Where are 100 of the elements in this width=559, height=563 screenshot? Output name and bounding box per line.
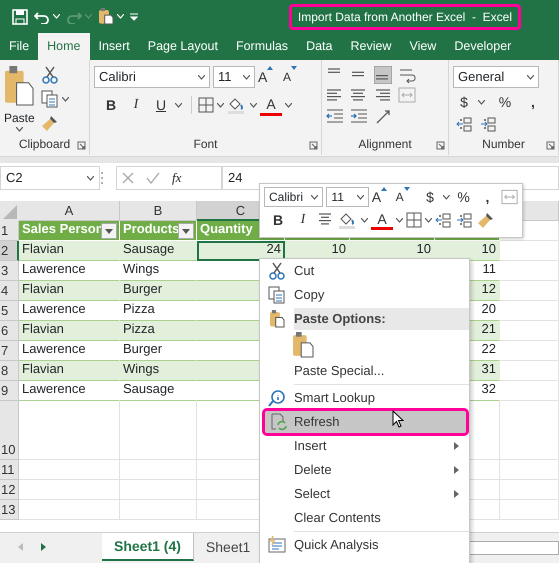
decrease-decimal-icon[interactable] — [456, 212, 474, 228]
orientation-icon[interactable] — [374, 108, 392, 126]
customize-toolbar-icon[interactable] — [130, 12, 138, 20]
font-size-dropdown[interactable]: 11 — [213, 66, 255, 88]
font-color-button[interactable]: A — [371, 210, 393, 230]
row-header[interactable]: 12 — [0, 480, 19, 500]
grow-font-button[interactable]: A — [258, 66, 280, 88]
increase-decimal-icon[interactable] — [435, 212, 453, 228]
column-header[interactable]: B — [120, 201, 197, 221]
format-painter-icon[interactable] — [40, 114, 59, 132]
row-header[interactable]: 8 — [0, 361, 19, 381]
comma-style-button[interactable]: , — [477, 187, 498, 207]
percent-button[interactable]: % — [494, 91, 516, 113]
caret-icon[interactable] — [217, 102, 224, 108]
row-header[interactable]: 4 — [0, 281, 19, 301]
ribbon-tab[interactable]: Formulas — [226, 33, 298, 60]
caret-icon[interactable] — [356, 194, 364, 200]
underline-button[interactable]: U — [150, 94, 172, 116]
decrease-decimal-icon[interactable] — [480, 116, 498, 132]
italic-button[interactable]: I — [292, 210, 314, 230]
caret-icon[interactable] — [425, 218, 432, 222]
ribbon-tab[interactable]: File — [0, 33, 38, 60]
row-header[interactable]: 1 — [0, 221, 19, 241]
caret-icon[interactable] — [16, 127, 23, 132]
row-header[interactable]: 6 — [0, 321, 19, 341]
menu-item[interactable]: Clear Contents — [260, 506, 469, 530]
row-header[interactable]: 2 — [0, 241, 19, 261]
sheet-tab[interactable]: Sheet1 (4) — [102, 533, 194, 561]
caret-icon[interactable] — [250, 102, 257, 108]
ribbon-tab[interactable]: Insert — [90, 33, 139, 60]
caret-icon[interactable] — [285, 102, 292, 108]
fill-color-icon[interactable] — [338, 211, 358, 229]
font-color-button[interactable]: A — [260, 94, 282, 116]
percent-button[interactable]: % — [453, 187, 474, 207]
paste-label[interactable]: Paste — [4, 109, 35, 127]
number-format-dropdown[interactable]: General — [453, 66, 539, 88]
caret-icon[interactable] — [62, 96, 69, 102]
dialog-launcher-icon[interactable] — [436, 141, 445, 150]
bold-button[interactable]: B — [100, 94, 122, 116]
selected-cell[interactable]: 24 — [197, 241, 285, 261]
menu-item[interactable]: Delete — [260, 458, 469, 482]
decrease-indent-icon[interactable] — [326, 108, 344, 124]
caret-icon[interactable] — [311, 194, 318, 200]
increase-indent-icon[interactable] — [350, 108, 368, 124]
font-name-dropdown[interactable]: Calibri — [264, 187, 324, 207]
ribbon-tab[interactable]: Page Layout — [138, 33, 227, 60]
undo-icon[interactable] — [34, 10, 50, 24]
dialog-launcher-icon[interactable] — [77, 141, 86, 150]
horizontal-scrollbar[interactable] — [469, 541, 559, 555]
next-sheet-icon[interactable] — [41, 543, 46, 551]
scissors-icon[interactable] — [40, 66, 59, 84]
grow-font-button[interactable]: A — [372, 187, 393, 207]
format-painter-icon[interactable] — [477, 211, 495, 229]
row-header[interactable]: 7 — [0, 341, 19, 361]
save-icon[interactable] — [12, 8, 28, 24]
borders-icon[interactable] — [198, 97, 214, 113]
caret-icon[interactable] — [361, 218, 368, 222]
row-header[interactable]: 5 — [0, 301, 19, 321]
shrink-font-button[interactable]: A — [283, 66, 305, 88]
bottom-align-icon[interactable] — [374, 66, 392, 84]
row-header[interactable]: 3 — [0, 261, 19, 281]
font-name-dropdown[interactable]: Calibri — [94, 66, 210, 88]
dialog-launcher-icon[interactable] — [309, 141, 318, 150]
dialog-launcher-icon[interactable] — [546, 141, 555, 150]
caret-icon[interactable] — [443, 194, 450, 200]
row-header[interactable]: 10 — [0, 401, 19, 460]
fill-color-icon[interactable] — [227, 96, 247, 114]
ribbon-tab[interactable]: Home — [38, 33, 90, 60]
insert-function-button[interactable]: fx — [172, 167, 182, 189]
menu-item[interactable]: Select — [260, 482, 469, 506]
scissors-icon[interactable] — [268, 262, 286, 280]
currency-button[interactable]: $ — [453, 91, 475, 113]
currency-button[interactable]: $ — [420, 187, 440, 207]
paste-icon[interactable] — [292, 332, 314, 358]
sheet-tab[interactable]: Sheet1 — [194, 533, 264, 561]
caret-icon[interactable] — [396, 218, 403, 222]
ribbon-tab[interactable]: View — [400, 33, 446, 60]
copy-icon[interactable] — [40, 90, 59, 108]
ribbon-tab[interactable]: Review — [341, 33, 400, 60]
comma-style-button[interactable]: , — [522, 91, 544, 113]
shrink-font-button[interactable]: A — [396, 187, 417, 207]
quick-analysis-icon[interactable] — [268, 536, 286, 554]
row-header[interactable]: 11 — [0, 460, 19, 480]
paste-icon[interactable] — [4, 66, 34, 106]
caret-icon[interactable] — [198, 74, 205, 80]
column-header[interactable]: A — [19, 201, 120, 221]
caret-icon[interactable] — [478, 100, 485, 104]
caret-icon[interactable] — [87, 176, 94, 180]
ribbon-tab[interactable]: Data — [297, 33, 342, 60]
menu-item[interactable]: Refresh — [264, 410, 467, 434]
menu-item[interactable]: Insert — [260, 434, 469, 458]
caret-icon[interactable] — [527, 74, 534, 80]
filter-button[interactable] — [101, 223, 117, 239]
caret-icon[interactable] — [243, 74, 250, 80]
copy-icon[interactable] — [268, 286, 286, 304]
refresh-icon[interactable] — [270, 413, 288, 431]
increase-decimal-icon[interactable] — [456, 116, 474, 132]
name-box[interactable]: C2 — [0, 166, 100, 190]
lookup-icon[interactable] — [268, 389, 286, 407]
font-size-dropdown[interactable]: 11 — [326, 187, 369, 207]
